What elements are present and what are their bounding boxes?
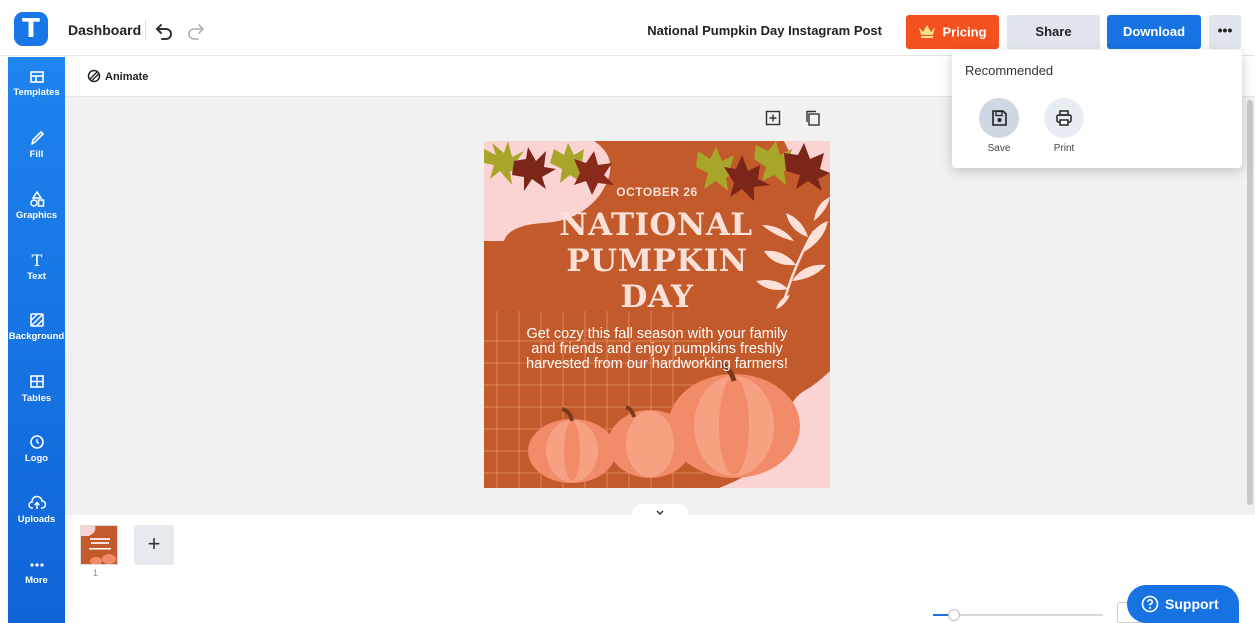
sidebar-item-label: Text (27, 271, 46, 282)
animate-button[interactable]: Animate (87, 69, 148, 83)
pencil-icon (30, 131, 44, 145)
editor-app: T Dashboard National Pumpkin Day Instagr… (0, 0, 1255, 623)
print-button-circle (1044, 98, 1084, 138)
undo-icon[interactable] (152, 18, 176, 42)
help-icon (1141, 595, 1159, 613)
design-title-line[interactable]: PUMPKIN (484, 243, 830, 279)
design-body-line: and friends and enjoy pumpkins freshly (531, 341, 783, 357)
top-bar: T Dashboard National Pumpkin Day Instagr… (0, 0, 1255, 56)
sidebar-item-uploads[interactable]: Uploads (8, 494, 65, 554)
shapes-icon (29, 190, 44, 207)
more-options-button[interactable]: ••• (1209, 15, 1241, 49)
support-button[interactable]: Support (1127, 585, 1239, 623)
design-body-line: harvested from our hardworking farmers! (526, 356, 788, 372)
save-button[interactable]: Save (976, 98, 1022, 154)
dashboard-link[interactable]: Dashboard (68, 22, 141, 38)
duplicate-page-icon[interactable] (805, 110, 821, 126)
sidebar-item-label: Uploads (17, 514, 56, 525)
share-button[interactable]: Share (1007, 15, 1100, 49)
dropdown-title: Recommended (965, 63, 1054, 78)
recommended-dropdown: Recommended Save Print (952, 50, 1242, 168)
sidebar-item-templates[interactable]: Templates (8, 69, 65, 129)
sidebar-item-more[interactable]: More (8, 555, 65, 615)
design-title-line[interactable]: DAY (484, 279, 830, 315)
templates-icon (29, 71, 44, 83)
sidebar-item-logo[interactable]: Logo (8, 433, 65, 493)
print-icon (1056, 110, 1072, 126)
sidebar-item-label: More (25, 575, 48, 586)
animate-label: Animate (105, 71, 149, 83)
redo-icon[interactable] (184, 18, 208, 42)
vertical-scrollbar[interactable] (1247, 100, 1253, 505)
background-icon (29, 313, 44, 327)
sidebar-item-label: Fill (29, 149, 44, 160)
divider (145, 20, 146, 40)
design-canvas[interactable]: OCTOBER 26 NATIONAL PUMPKIN DAY Get cozy… (484, 141, 830, 488)
design-body-line: Get cozy this fall season with your fami… (526, 326, 788, 342)
pricing-button[interactable]: Pricing (906, 15, 999, 49)
sidebar-item-fill[interactable]: Fill (8, 129, 65, 189)
text-icon: T (31, 251, 42, 269)
page-number: 1 (93, 568, 99, 578)
design-date-text[interactable]: OCTOBER 26 (484, 185, 830, 199)
add-page-icon[interactable] (765, 110, 781, 126)
app-logo[interactable]: T (14, 12, 48, 46)
save-button-circle (979, 98, 1019, 138)
thumbnail-preview (81, 526, 117, 564)
sidebar-item-background[interactable]: Background (8, 311, 65, 371)
pricing-label: Pricing (942, 24, 987, 40)
design-title-line[interactable]: NATIONAL (484, 207, 830, 243)
save-icon (992, 110, 1007, 126)
dropdown-item-label: Print (1053, 143, 1075, 154)
sidebar-item-label: Templates (13, 87, 60, 98)
sidebar-item-tables[interactable]: Tables (8, 373, 65, 433)
pages-panel: 1 + (65, 515, 1255, 623)
sidebar-item-label: Logo (24, 453, 49, 464)
design-body-text[interactable]: Get cozy this fall season with your fami… (504, 327, 810, 372)
table-icon (29, 375, 44, 388)
crown-icon (919, 25, 936, 38)
sidebar-item-label: Background (8, 331, 65, 342)
collapse-pages-tab[interactable] (632, 504, 688, 522)
print-button[interactable]: Print (1041, 98, 1087, 154)
support-label: Support (1165, 596, 1219, 612)
document-title[interactable]: National Pumpkin Day Instagram Post (620, 23, 882, 38)
sidebar-item-text[interactable]: T Text (8, 251, 65, 311)
zoom-slider-handle[interactable] (948, 609, 960, 621)
sidebar-item-graphics[interactable]: Graphics (8, 190, 65, 250)
animate-icon (87, 69, 101, 83)
more-icon (29, 563, 44, 567)
cloud-upload-icon (27, 495, 46, 509)
dropdown-item-label: Save (987, 143, 1011, 154)
download-button[interactable]: Download (1107, 15, 1201, 49)
sidebar: Templates Fill Graphics T Text Backgroun… (8, 57, 65, 623)
sidebar-item-label: Graphics (15, 210, 58, 221)
chevron-down-icon (656, 510, 664, 516)
page-thumbnail[interactable] (80, 525, 118, 565)
add-page-button[interactable]: + (134, 525, 174, 565)
logo-icon (29, 435, 44, 449)
sidebar-item-label: Tables (21, 393, 52, 404)
zoom-slider[interactable] (933, 609, 1103, 621)
svg-text:T: T (31, 251, 42, 269)
